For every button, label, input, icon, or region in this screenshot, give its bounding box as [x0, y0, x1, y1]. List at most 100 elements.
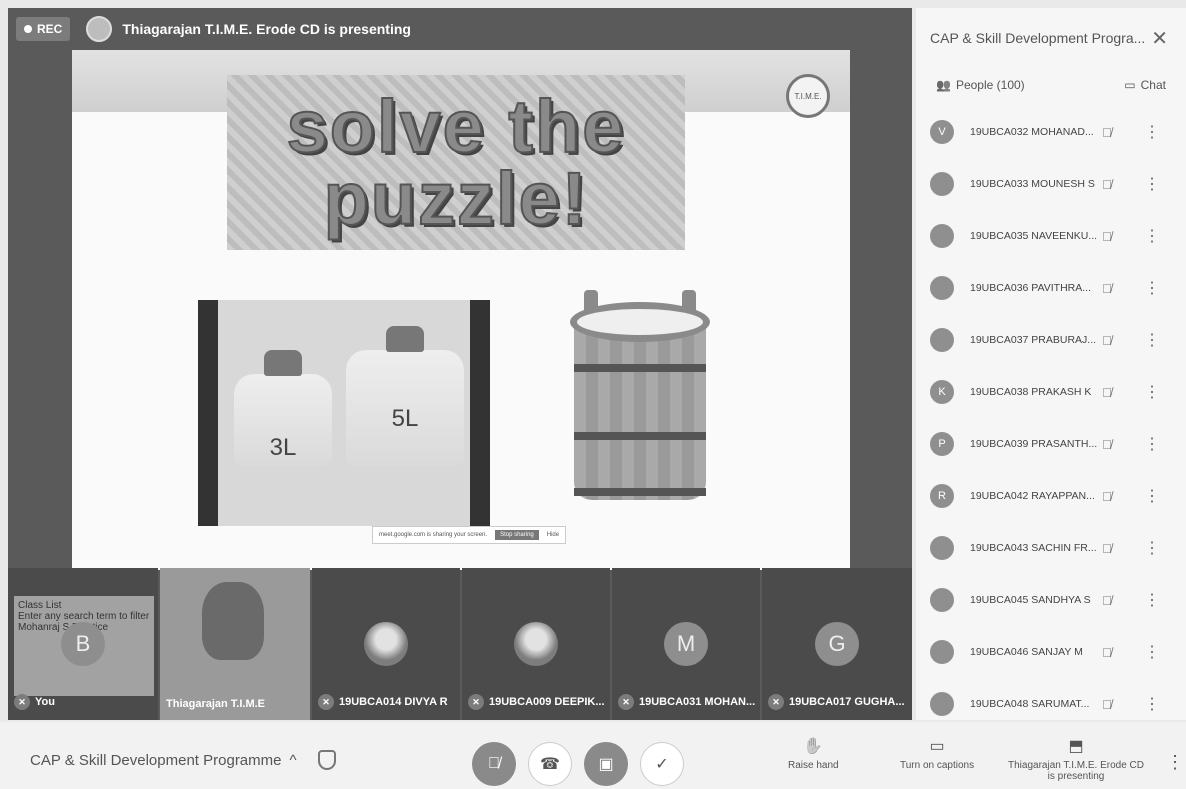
tile-participant[interactable]: G ✕ 19UBCA017 GUGHA... [762, 568, 912, 720]
tab-people-label: People (100) [955, 78, 1025, 92]
mic-off-icon: 🎙̸ [1102, 696, 1112, 712]
raise-hand-label: Raise hand [788, 760, 839, 771]
chevron-up-icon: ^ [289, 752, 297, 769]
stop-sharing-button[interactable]: Stop sharing [495, 530, 539, 540]
hide-button[interactable]: Hide [547, 532, 559, 538]
jug-3l: 3L [234, 350, 332, 466]
camera-toggle-button[interactable]: ▣ [584, 742, 628, 786]
people-icon: 👥 [936, 78, 951, 92]
list-item[interactable]: 19UBCA037 PRABURAJ... 🎙̸ ⋮ [916, 314, 1186, 366]
avatar [364, 622, 408, 666]
list-item[interactable]: K 19UBCA038 PRAKASH K 🎙̸ ⋮ [916, 366, 1186, 418]
raise-hand-button[interactable]: ✋ Raise hand [788, 736, 839, 771]
more-vert-icon[interactable]: ⋮ [1144, 122, 1160, 142]
time-logo: T.I.M.E. [786, 74, 830, 118]
captions-button[interactable]: ▭ Turn on captions [900, 736, 974, 771]
presenting-status-button[interactable]: ⬒ Thiagarajan T.I.M.E. Erode CD is prese… [1008, 736, 1144, 782]
mic-off-icon: ✕ [468, 694, 484, 710]
stage-topbar: REC Thiagarajan T.I.M.E. Erode CD is pre… [8, 8, 912, 50]
mic-off-icon: 🎙̸ [488, 755, 500, 772]
more-vert-icon[interactable]: ⋮ [1144, 278, 1160, 298]
jug-5l: 5L [346, 326, 464, 466]
more-vert-icon[interactable]: ⋮ [1144, 330, 1160, 350]
shared-slide: T.I.M.E. solve the puzzle! 3L 5L meet.go… [72, 50, 850, 570]
attendance-extension-button[interactable]: ✓ [640, 742, 684, 786]
close-icon[interactable]: ✕ [1151, 26, 1168, 51]
bucket-band [574, 432, 706, 440]
shield-icon[interactable] [318, 750, 336, 770]
participant-name: 19UBCA038 PRAKASH K [970, 386, 1092, 398]
list-item[interactable]: 19UBCA046 SANJAY M 🎙̸ ⋮ [916, 626, 1186, 678]
panel-tabs: 👥 People (100) ▭ Chat [936, 78, 1166, 92]
more-vert-icon[interactable]: ⋮ [1144, 694, 1160, 714]
tab-people[interactable]: 👥 People (100) [936, 78, 1025, 92]
participant-name: 19UBCA048 SARUMAT... [970, 698, 1090, 710]
tile-name-label: You [35, 696, 55, 708]
tab-chat[interactable]: ▭ Chat [1124, 78, 1166, 92]
participant-name: 19UBCA039 PRASANTH... [970, 438, 1098, 450]
meeting-stage: REC Thiagarajan T.I.M.E. Erode CD is pre… [8, 8, 912, 720]
meeting-details-button[interactable]: CAP & Skill Development Programme ^ [30, 752, 297, 769]
jug-3l-label: 3L [269, 434, 297, 461]
hand-icon: ✋ [803, 738, 824, 755]
more-vert-icon[interactable]: ⋮ [1144, 590, 1160, 610]
tile-participant[interactable]: M ✕ 19UBCA031 MOHAN... [612, 568, 760, 720]
jug-cap [264, 350, 302, 376]
present-screen-icon: ⬒ [1068, 738, 1084, 755]
list-item[interactable]: R 19UBCA042 RAYAPPAN... 🎙̸ ⋮ [916, 470, 1186, 522]
puzzle-banner: solve the puzzle! [227, 75, 685, 250]
list-item[interactable]: 19UBCA045 SANDHYA S 🎙̸ ⋮ [916, 574, 1186, 626]
participant-name: 19UBCA032 MOHANAD... [970, 126, 1094, 138]
share-notice-text: meet.google.com is sharing your screen. [379, 532, 488, 538]
tile-participant[interactable]: ✕ 19UBCA014 DIVYA R [312, 568, 460, 720]
avatar: M [664, 622, 708, 666]
avatar [930, 692, 954, 716]
more-options-icon[interactable]: ⋮ [1166, 752, 1184, 773]
tile-name-label: 19UBCA017 GUGHA... [789, 696, 905, 708]
participant-name: 19UBCA036 PAVITHRA... [970, 282, 1091, 294]
tile-participant[interactable]: ✕ 19UBCA009 DEEPIK... [462, 568, 610, 720]
list-item[interactable]: 19UBCA043 SACHIN FR... 🎙̸ ⋮ [916, 522, 1186, 574]
tile-name: ✕ You [14, 694, 55, 710]
bucket-band [574, 488, 706, 496]
list-item[interactable]: V 19UBCA032 MOHANAD... 🎙̸ ⋮ [916, 106, 1186, 158]
bottom-control-bar: CAP & Skill Development Programme ^ 🎙̸ ☎… [0, 722, 1186, 789]
avatar [930, 224, 954, 248]
more-vert-icon[interactable]: ⋮ [1144, 226, 1160, 246]
mic-off-icon: 🎙̸ [1102, 488, 1112, 504]
record-dot-icon [24, 25, 32, 33]
mic-off-icon: 🎙̸ [1102, 228, 1112, 244]
banner-line-1: solve the [286, 84, 626, 168]
tile-name-label: Thiagarajan T.I.M.E [166, 698, 266, 710]
more-vert-icon[interactable]: ⋮ [1144, 486, 1160, 506]
captions-icon: ▭ [929, 738, 945, 755]
mic-off-icon: ✕ [768, 694, 784, 710]
more-vert-icon[interactable]: ⋮ [1144, 434, 1160, 454]
list-item[interactable]: 19UBCA033 MOUNESH S 🎙̸ ⋮ [916, 158, 1186, 210]
avatar [930, 640, 954, 664]
more-vert-icon[interactable]: ⋮ [1144, 174, 1160, 194]
recording-badge: REC [16, 17, 71, 41]
mic-off-icon: 🎙̸ [1102, 540, 1112, 556]
avatar [930, 536, 954, 560]
avatar: K [930, 380, 954, 404]
more-vert-icon[interactable]: ⋮ [1144, 538, 1160, 558]
mic-off-icon: ✕ [618, 694, 634, 710]
participant-name: 19UBCA042 RAYAPPAN... [970, 490, 1095, 502]
tile-presenter-camera[interactable]: Thiagarajan T.I.M.E [160, 568, 310, 720]
more-vert-icon[interactable]: ⋮ [1144, 642, 1160, 662]
more-vert-icon[interactable]: ⋮ [1144, 382, 1160, 402]
mic-off-icon: 🎙̸ [1102, 436, 1112, 452]
list-item[interactable]: 19UBCA036 PAVITHRA... 🎙̸ ⋮ [916, 262, 1186, 314]
list-item[interactable]: P 19UBCA039 PRASANTH... 🎙̸ ⋮ [916, 418, 1186, 470]
tile-name-label: 19UBCA031 MOHAN... [639, 696, 756, 708]
list-item[interactable]: 19UBCA035 NAVEENKU... 🎙̸ ⋮ [916, 210, 1186, 262]
jug-5l-label: 5L [391, 405, 419, 432]
participant-name: 19UBCA037 PRABURAJ... [970, 334, 1097, 346]
jug-cap [386, 326, 424, 352]
leave-call-button[interactable]: ☎ [528, 742, 572, 786]
tile-name-label: 19UBCA014 DIVYA R [339, 696, 448, 708]
tile-you[interactable]: Class List Enter any search term to filt… [8, 568, 158, 720]
participant-name: 19UBCA035 NAVEENKU... [970, 230, 1098, 242]
mic-toggle-button[interactable]: 🎙̸ [472, 742, 516, 786]
